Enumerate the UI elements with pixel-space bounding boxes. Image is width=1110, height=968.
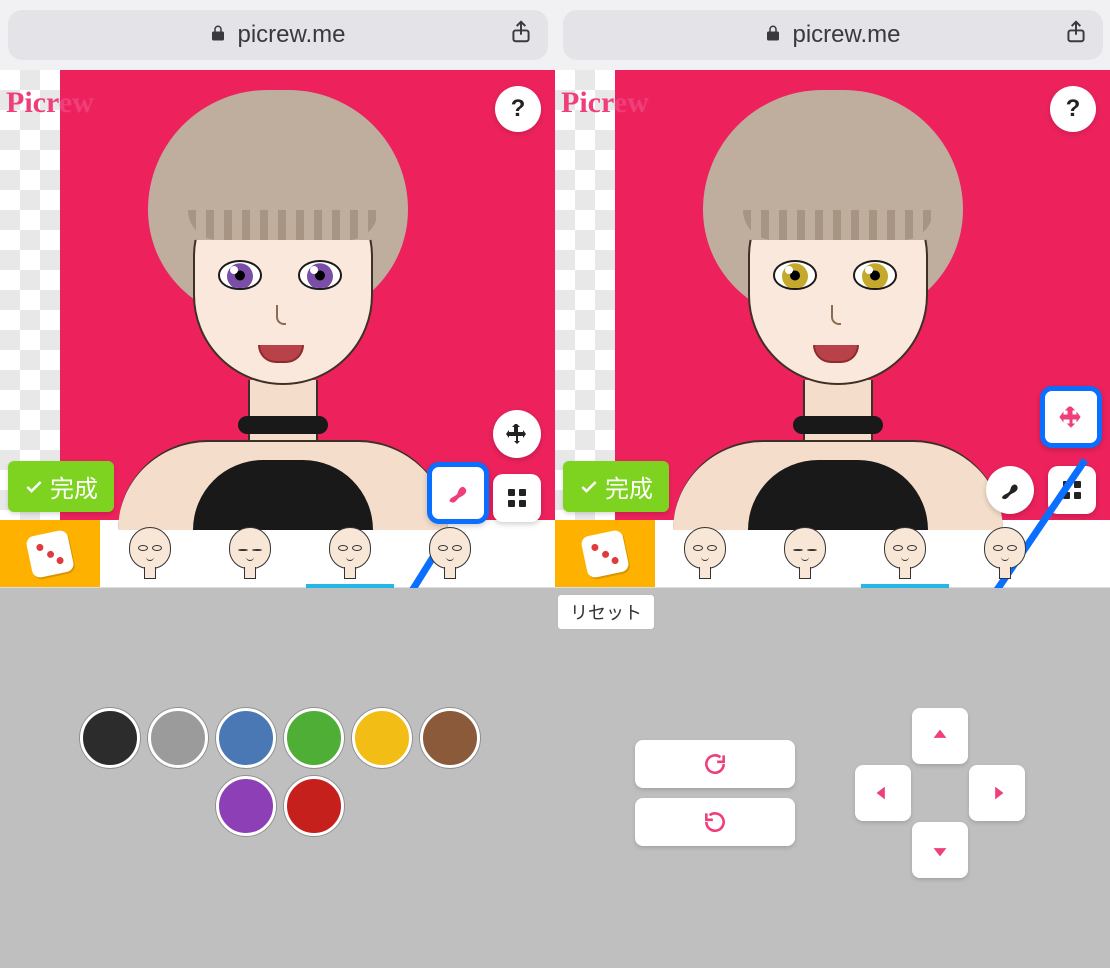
move-tool-button[interactable] [493, 410, 541, 458]
grid-tool-button[interactable] [493, 474, 541, 522]
swatch-6[interactable] [420, 708, 480, 768]
dice-icon [25, 529, 75, 579]
picrew-logo: Picrew [561, 86, 649, 120]
url-text: picrew.me [237, 21, 345, 49]
rotate-controls [635, 740, 795, 846]
picrew-logo: Picrew [6, 86, 94, 120]
lock-icon [209, 24, 227, 47]
help-button[interactable]: ? [495, 86, 541, 132]
dpad [855, 708, 1025, 878]
editor-panel-move: リセット [555, 588, 1110, 968]
done-label: 完成 [50, 469, 98, 504]
address-pill[interactable]: picrew.me [563, 10, 1103, 60]
reset-button[interactable]: リセット [557, 594, 655, 630]
avatar-illustration [653, 60, 1013, 520]
color-swatches [80, 708, 480, 836]
swatch-7[interactable] [216, 776, 276, 836]
category-face-2[interactable] [200, 520, 300, 587]
category-strip [0, 520, 555, 588]
help-button[interactable]: ? [1050, 86, 1096, 132]
pane-left: picrew.me Picrew ? [0, 0, 555, 968]
swatch-2[interactable] [148, 708, 208, 768]
dice-icon [580, 529, 630, 579]
grid-tool-button[interactable] [1048, 466, 1096, 514]
swatch-1[interactable] [80, 708, 140, 768]
randomize-button[interactable] [555, 520, 655, 587]
swatch-5[interactable] [352, 708, 412, 768]
category-face-3[interactable] [855, 520, 955, 587]
share-icon[interactable] [508, 19, 534, 52]
category-strip [555, 520, 1110, 588]
category-face-1[interactable] [100, 520, 200, 587]
done-label: 完成 [605, 469, 653, 504]
url-text: picrew.me [792, 21, 900, 49]
category-face-1[interactable] [655, 520, 755, 587]
category-face-2[interactable] [755, 520, 855, 587]
done-button[interactable]: 完成 [8, 461, 114, 512]
avatar-canvas: Picrew ? 完成 [555, 70, 1110, 520]
done-button[interactable]: 完成 [563, 461, 669, 512]
rotate-ccw-button[interactable] [635, 798, 795, 846]
category-face-4[interactable] [955, 520, 1055, 587]
dpad-left[interactable] [855, 765, 911, 821]
category-face-4[interactable] [400, 520, 500, 587]
color-tool-button[interactable] [986, 466, 1034, 514]
dpad-down[interactable] [912, 822, 968, 878]
randomize-button[interactable] [0, 520, 100, 587]
dpad-right[interactable] [969, 765, 1025, 821]
rotate-cw-button[interactable] [635, 740, 795, 788]
swatch-3[interactable] [216, 708, 276, 768]
share-icon[interactable] [1063, 19, 1089, 52]
color-tool-button[interactable] [427, 462, 489, 524]
address-pill[interactable]: picrew.me [8, 10, 548, 60]
swatch-4[interactable] [284, 708, 344, 768]
editor-panel-color [0, 588, 555, 968]
avatar-canvas: Picrew ? 完成 [0, 70, 555, 520]
pane-right: picrew.me Picrew ? [555, 0, 1110, 968]
dpad-up[interactable] [912, 708, 968, 764]
category-face-3[interactable] [300, 520, 400, 587]
swatch-8[interactable] [284, 776, 344, 836]
avatar-illustration [98, 60, 458, 520]
move-tool-button[interactable] [1040, 386, 1102, 448]
lock-icon [764, 24, 782, 47]
